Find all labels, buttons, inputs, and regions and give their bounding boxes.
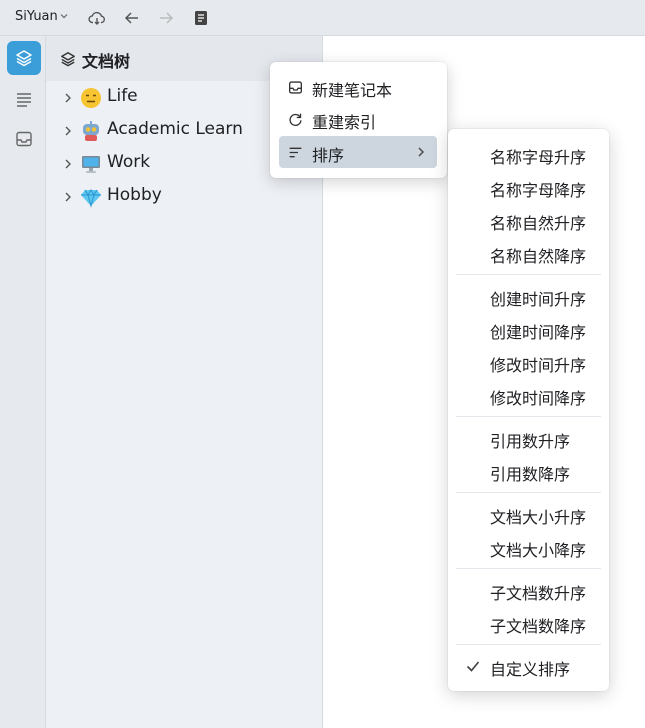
sort-option[interactable]: 名称自然降序 [457,238,600,268]
sort-submenu: 名称字母升序 名称字母降序 名称自然升序 名称自然降序 创建时间升序 创建时间降… [448,129,609,691]
context-menu: 新建笔记本 重建索引 排序 [270,62,447,178]
robot-icon [83,121,99,141]
sort-option[interactable]: 修改时间升序 [457,347,600,377]
cloud-sync-icon[interactable] [88,9,106,27]
notebook-label: Academic Learn [107,119,243,139]
sort-option[interactable]: 修改时间降序 [457,380,600,410]
menu-item-label: 新建笔记本 [312,81,393,100]
sort-option-label: 修改时间升序 [490,356,587,375]
sort-option-custom[interactable]: 自定义排序 [457,651,600,681]
sort-option[interactable]: 创建时间升序 [457,281,600,311]
menu-item-label: 排序 [312,146,345,165]
back-arrow-icon[interactable] [123,9,141,27]
outline-icon [17,93,31,107]
dock-file-tree-button[interactable] [7,41,41,75]
dock-outline-button[interactable] [7,82,41,116]
menu-item-sort[interactable]: 排序 [279,136,437,168]
expressionless-face-icon [81,88,101,108]
sort-option[interactable]: 名称字母升序 [457,139,600,169]
checkmark-icon [466,661,480,672]
chevron-right-icon[interactable] [64,158,72,170]
sort-icon [289,147,302,158]
sort-option[interactable]: 名称自然升序 [457,205,600,235]
sort-option-label: 名称字母升序 [490,148,587,167]
sort-option-label: 子文档数降序 [490,617,587,636]
sort-option[interactable]: 子文档数升序 [457,575,600,605]
menu-separator [456,644,601,645]
forward-arrow-icon[interactable] [157,9,175,27]
panel-title: 文档树 [82,52,131,71]
menu-item-rebuild-index[interactable]: 重建索引 [279,103,437,135]
desktop-computer-icon [82,156,100,173]
sort-option[interactable]: 名称字母降序 [457,172,600,202]
sort-option-label: 文档大小降序 [490,541,587,560]
sort-option[interactable]: 文档大小升序 [457,499,600,529]
sort-option-label: 引用数升序 [490,432,571,451]
sort-option-label: 名称自然降序 [490,247,587,266]
sort-option[interactable]: 引用数升序 [457,423,600,453]
notebook-item-hobby[interactable]: Hobby [46,182,322,212]
sort-option-label: 文档大小升序 [490,508,587,527]
sort-option[interactable]: 子文档数降序 [457,608,600,638]
chevron-right-icon[interactable] [64,191,72,203]
sort-option[interactable]: 引用数降序 [457,456,600,486]
menu-separator [456,416,601,417]
inbox-icon [16,131,32,147]
left-dock [0,36,46,728]
chevron-right-icon [418,147,424,157]
menu-separator [456,274,601,275]
notebook-label: Life [107,86,138,106]
top-bar: SiYuan [0,0,645,36]
layers-icon [16,50,32,67]
app-name-button[interactable]: SiYuan [15,9,58,24]
menu-separator [456,492,601,493]
sort-option-label: 创建时间降序 [490,323,587,342]
sort-option-label: 子文档数升序 [490,584,587,603]
sort-option[interactable]: 文档大小降序 [457,532,600,562]
sort-option-label: 创建时间升序 [490,290,587,309]
gem-icon [81,189,101,208]
dock-inbox-button[interactable] [7,122,41,156]
sort-option-label: 修改时间降序 [490,389,587,408]
menu-item-label: 重建索引 [312,113,377,132]
layers-icon [61,52,75,67]
sort-option-label: 自定义排序 [490,660,571,679]
refresh-icon [289,113,302,126]
sort-option-label: 引用数降序 [490,465,571,484]
notebook-icon[interactable] [192,9,210,27]
sort-option[interactable]: 创建时间降序 [457,314,600,344]
chevron-right-icon[interactable] [64,92,72,104]
chevron-down-icon[interactable] [60,12,68,20]
notebook-label: Work [107,152,151,172]
sort-option-label: 名称自然升序 [490,214,587,233]
notebook-label: Hobby [107,185,162,205]
menu-separator [456,568,601,569]
chevron-right-icon[interactable] [64,125,72,137]
sort-option-label: 名称字母降序 [490,181,587,200]
inbox-icon [289,81,302,94]
menu-item-new-notebook[interactable]: 新建笔记本 [279,71,437,103]
